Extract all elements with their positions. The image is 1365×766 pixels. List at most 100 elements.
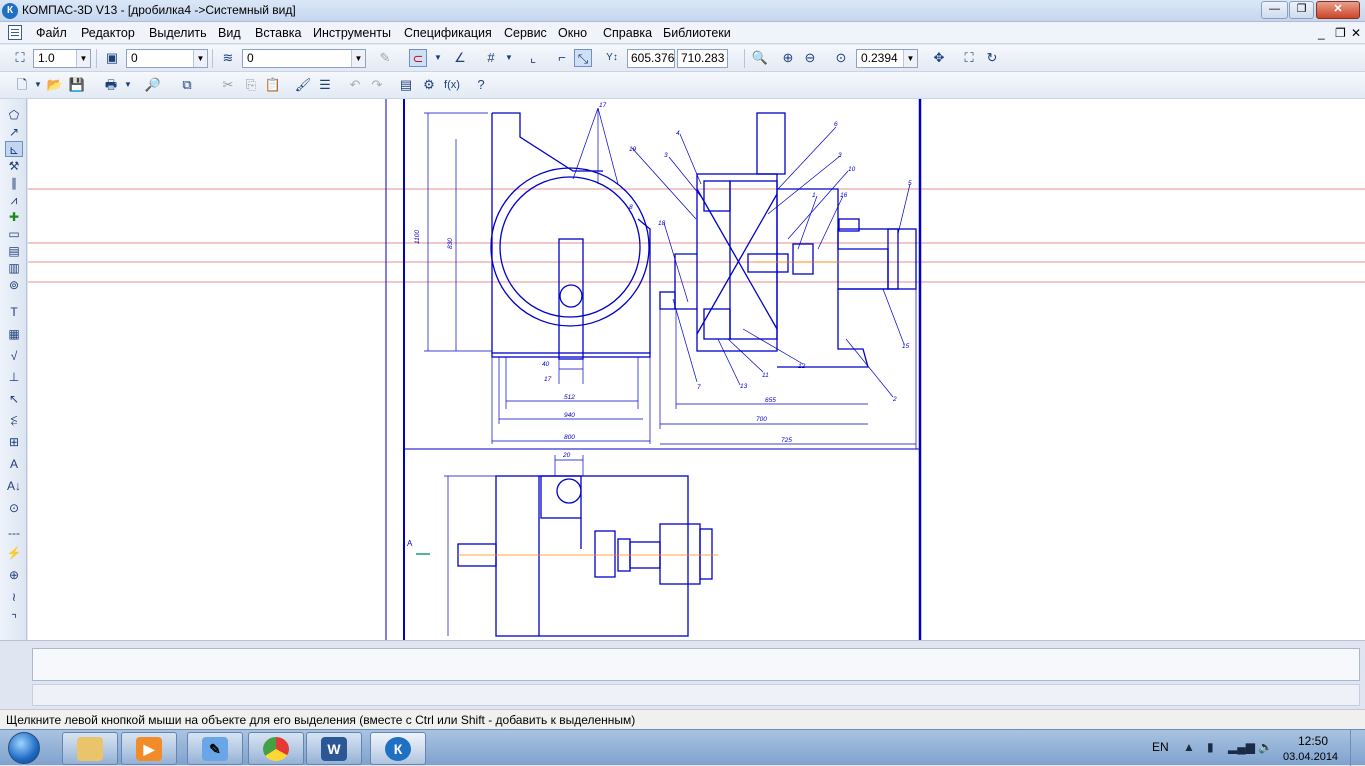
function-icon[interactable]: f(x) [443,76,461,94]
layers-icon[interactable]: ▣ [103,49,121,67]
table-icon[interactable]: ▦ [5,326,23,342]
volume-icon[interactable]: 🔈 [1258,740,1273,754]
insert-fragment-icon[interactable]: ⊚ [5,277,23,293]
zoom-out-icon[interactable]: ⊖ [801,49,819,67]
designations-icon[interactable]: ⊾ [5,141,23,157]
chevron-down-icon[interactable]: ▼ [193,50,207,67]
menu-select[interactable]: Выделить [149,26,207,40]
chevron-down-icon[interactable]: ▼ [500,49,518,67]
zoom-combo[interactable]: 0.2394 ▼ [856,49,918,68]
refresh-icon[interactable]: ↻ [983,49,1001,67]
tolerance-icon[interactable]: ⊞ [5,434,23,450]
view-arrow-icon[interactable]: A [5,456,23,472]
document-icon[interactable] [8,25,22,40]
breakline-icon[interactable]: ⌝ [5,611,23,627]
cut-icon[interactable]: ✂ [219,76,237,94]
coord-x-field[interactable]: 605.376 [627,49,675,68]
zoom-window-icon[interactable]: 🔍 [751,49,769,67]
change-marker-icon[interactable]: ⚡ [5,545,23,561]
properties-list-icon[interactable]: ☰ [316,76,334,94]
tray-expand-icon[interactable]: ▲ [1183,740,1195,754]
battery-icon[interactable]: ▮ [1207,740,1214,754]
ortho-mode-icon[interactable]: ⌐ [553,49,571,67]
taskbar-explorer[interactable] [62,732,118,765]
menu-window[interactable]: Окно [558,26,587,40]
style-combo[interactable]: 0 ▼ [242,49,366,68]
base-icon[interactable]: ⊥ [5,369,23,385]
kompas-app-icon[interactable]: К [2,3,18,19]
chevron-down-icon[interactable]: ▼ [429,49,447,67]
reports-icon[interactable]: ▥ [5,260,23,276]
properties-icon[interactable]: ✎ [376,49,394,67]
language-indicator[interactable]: EN [1152,740,1169,754]
show-all-icon[interactable]: ⛶ [960,49,978,67]
drawing-canvas[interactable]: 17 19 3 4 6 5 3 10 1 16 15 7 13 11 12 2 … [28,99,1365,640]
copy-icon[interactable]: ⎘ [242,76,260,94]
help-pointer-icon[interactable]: ? [472,76,490,94]
round-coords-icon[interactable]: ⤡ [574,49,592,67]
menu-tools[interactable]: Инструменты [313,26,391,40]
roughness-icon[interactable]: √ [5,348,23,364]
doc-close-button[interactable]: ✕ [1351,26,1361,40]
local-cs-icon[interactable]: ⌞ [524,49,542,67]
close-button[interactable]: ✕ [1316,1,1360,19]
menu-service[interactable]: Сервис [504,26,547,40]
taskbar-kompas[interactable]: К [370,732,426,765]
spec-icon[interactable]: ▤ [5,243,23,259]
pan-icon[interactable]: ✥ [930,49,948,67]
open-folder-icon[interactable]: 📂 [46,76,64,94]
print-icon[interactable]: 🖶 [102,76,120,94]
measure-icon[interactable]: ⩘ [5,192,23,208]
drawing-svg[interactable]: 17 19 3 4 6 5 3 10 1 16 15 7 13 11 12 2 … [28,99,1365,640]
chevron-down-icon[interactable]: ▼ [76,50,90,67]
properties-panel[interactable] [32,648,1360,681]
line-style-icon[interactable]: ≋ [219,49,237,67]
chevron-down-icon[interactable]: ▼ [29,76,47,94]
select-icon[interactable]: ✚ [5,209,23,225]
scale-combo[interactable]: 1.0 ▼ [33,49,91,68]
taskbar-word[interactable]: W [306,732,362,765]
show-desktop-button[interactable] [1350,730,1365,766]
restore-button[interactable]: ❐ [1289,1,1314,19]
layer-combo[interactable]: 0 ▼ [126,49,208,68]
manager-icon[interactable]: ⧉ [178,76,196,94]
undo-icon[interactable]: ↶ [346,76,364,94]
chevron-down-icon[interactable]: ▼ [119,76,137,94]
chevron-down-icon[interactable]: ▼ [351,50,365,67]
menu-specification[interactable]: Спецификация [404,26,492,40]
taskbar-chrome[interactable] [248,732,304,765]
doc-minimize-button[interactable]: _ [1318,26,1325,40]
leader-icon[interactable]: ↖ [5,391,23,407]
parametrization-icon[interactable]: ∥ [5,175,23,191]
minimize-button[interactable]: — [1261,1,1288,19]
position-leader-icon[interactable]: ⥶ [5,412,23,428]
signal-icon[interactable]: ▂▄▆ [1228,740,1255,754]
menu-view[interactable]: Вид [218,26,241,40]
redo-icon[interactable]: ↷ [368,76,386,94]
format-brush-icon[interactable]: 🖌 [294,76,312,94]
edit-icon[interactable]: ⚒ [5,158,23,174]
menu-libraries[interactable]: Библиотеки [663,26,731,40]
geometry-icon[interactable]: ⬠ [5,107,23,123]
preview-icon[interactable]: 🔎 [144,76,162,94]
variables-icon[interactable]: ⚙ [420,76,438,94]
menu-file[interactable]: Файл [36,26,67,40]
section-line-icon[interactable]: A↓ [5,478,23,494]
chevron-down-icon[interactable]: ▼ [903,50,917,67]
associative-views-icon[interactable]: ▭ [5,226,23,242]
menu-insert[interactable]: Вставка [255,26,301,40]
library-manager-icon[interactable]: ▤ [397,76,415,94]
step-icon[interactable]: ⛶ [11,49,29,67]
wave-line-icon[interactable]: ≀ [5,589,23,605]
dimensions-icon[interactable]: ↗ [5,124,23,140]
text-icon[interactable]: T [5,304,23,320]
zoom-in-icon[interactable]: ⊕ [779,49,797,67]
taskbar-paint[interactable]: ✎ [187,732,243,765]
zoom-scale-icon[interactable]: ⊙ [832,49,850,67]
clock-time[interactable]: 12:50 [1298,734,1328,748]
coord-y-field[interactable]: 710.283 [677,49,728,68]
detail-icon[interactable]: ⊙ [5,500,23,516]
paste-icon[interactable]: 📋 [264,76,282,94]
ortho-icon[interactable]: ∠ [451,49,469,67]
snap-magnet-icon[interactable]: ⊂ [409,49,427,67]
